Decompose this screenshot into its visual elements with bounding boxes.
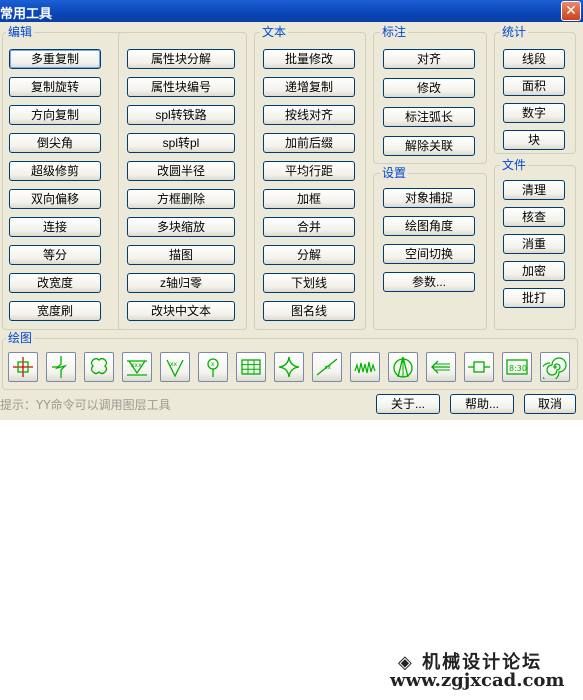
text-button-0[interactable]: 批量修改: [263, 49, 355, 69]
north-arrow-icon: [393, 356, 413, 378]
dialog-body: 编辑 多重复制复制旋转方向复制倒尖角超级修剪双向偏移连接等分改宽度宽度刷 属性块…: [0, 22, 583, 420]
arrow-left-icon: [431, 360, 450, 374]
ground-symbol-icon: xxx: [127, 360, 147, 376]
svg-text:xx: xx: [170, 361, 178, 368]
dim-group-label: 标注: [380, 25, 409, 39]
edit-button-5[interactable]: 双向偏移: [9, 189, 101, 209]
settings-button-3[interactable]: 参数...: [383, 272, 475, 292]
stats-group-label: 统计: [500, 25, 529, 39]
draw-tool-button-8[interactable]: xx: [312, 352, 342, 382]
draw-group-label: 绘图: [6, 331, 35, 345]
hint-text: 提示：YY命令可以调用图层工具: [0, 398, 171, 412]
settings-button-2[interactable]: 空间切换: [383, 244, 475, 264]
stats-button-3[interactable]: 块: [503, 130, 565, 150]
file-button-4[interactable]: 批打: [503, 288, 565, 308]
edit-button-6[interactable]: 连接: [9, 217, 101, 237]
edit-button-3[interactable]: spl转pl: [127, 133, 235, 153]
file-button-0[interactable]: 清理: [503, 180, 565, 200]
spiral-icon: [543, 357, 567, 379]
edit-button-4[interactable]: 超级修剪: [9, 161, 101, 181]
stats-button-1[interactable]: 面积: [503, 76, 565, 96]
edit-button-7[interactable]: 描图: [127, 245, 235, 265]
edit-button-7[interactable]: 等分: [9, 245, 101, 265]
close-button[interactable]: ✕: [561, 1, 581, 21]
text-button-6[interactable]: 合并: [263, 217, 355, 237]
digital-display-icon: 8:30: [506, 359, 528, 375]
about-button[interactable]: 关于...: [376, 394, 440, 414]
svg-text:xx: xx: [324, 364, 332, 371]
edit-button-0[interactable]: 多重复制: [9, 49, 101, 69]
draw-tool-button-5[interactable]: x: [198, 352, 228, 382]
edit-button-1[interactable]: 属性块编号: [127, 77, 235, 97]
settings-group-label: 设置: [380, 166, 409, 180]
svg-text:8:30: 8:30: [509, 364, 527, 373]
dimension-box-icon: [468, 361, 490, 373]
edit-button-3[interactable]: 倒尖角: [9, 133, 101, 153]
window-title: 常用工具: [0, 7, 53, 22]
dim-button-2[interactable]: 标注弧长: [383, 107, 475, 127]
text-button-9[interactable]: 图名线: [263, 301, 355, 321]
draw-tool-button-12[interactable]: [464, 352, 494, 382]
edit-button-8[interactable]: 改宽度: [9, 273, 101, 293]
file-group-label: 文件: [500, 158, 529, 172]
edit-button-6[interactable]: 多块缩放: [127, 217, 235, 237]
edit-button-0[interactable]: 属性块分解: [127, 49, 235, 69]
revision-cloud-icon: [90, 357, 108, 375]
svg-text:x: x: [211, 361, 215, 368]
file-button-3[interactable]: 加密: [503, 261, 565, 281]
edit-button-8[interactable]: z轴归零: [127, 273, 235, 293]
draw-tool-button-11[interactable]: [426, 352, 456, 382]
edit-button-9[interactable]: 宽度刷: [9, 301, 101, 321]
break-line-icon: [52, 356, 68, 378]
svg-text:xxx: xxx: [131, 362, 142, 369]
settings-button-1[interactable]: 绘图角度: [383, 216, 475, 236]
draw-tool-button-9[interactable]: [350, 352, 380, 382]
edit-group-label: 编辑: [6, 25, 35, 39]
slope-line-icon: xx: [316, 358, 338, 376]
draw-tool-button-0[interactable]: [8, 352, 38, 382]
stats-button-0[interactable]: 线段: [503, 49, 565, 69]
file-button-2[interactable]: 消重: [503, 234, 565, 254]
stats-button-2[interactable]: 数字: [503, 103, 565, 123]
crosshair-center-icon: [13, 357, 33, 377]
edit-button-5[interactable]: 方框删除: [127, 189, 235, 209]
draw-tool-button-4[interactable]: xx: [160, 352, 190, 382]
edit-button-9[interactable]: 改块中文本: [127, 301, 235, 321]
text-button-8[interactable]: 下划线: [263, 273, 355, 293]
text-button-1[interactable]: 递增复制: [263, 77, 355, 97]
text-button-3[interactable]: 加前后缀: [263, 133, 355, 153]
draw-tool-button-2[interactable]: [84, 352, 114, 382]
text-group-label: 文本: [260, 25, 289, 39]
settings-button-0[interactable]: 对象捕捉: [383, 188, 475, 208]
watermark-url: www.zgjxcad.com: [390, 670, 565, 691]
zigzag-line-icon: [354, 361, 376, 374]
draw-tool-button-13[interactable]: 8:30: [502, 352, 532, 382]
draw-tool-button-10[interactable]: [388, 352, 418, 382]
dim-button-0[interactable]: 对齐: [383, 49, 475, 69]
text-button-4[interactable]: 平均行距: [263, 161, 355, 181]
soil-hatch-icon: xx: [166, 359, 184, 378]
draw-tool-button-14[interactable]: [540, 352, 570, 382]
edit-button-1[interactable]: 复制旋转: [9, 77, 101, 97]
star-shape-icon: [278, 356, 300, 378]
dim-button-3[interactable]: 解除关联: [383, 136, 475, 156]
help-button[interactable]: 帮助...: [450, 394, 514, 414]
cancel-button[interactable]: 取消: [524, 394, 576, 414]
edit-button-2[interactable]: spl转铁路: [127, 105, 235, 125]
draw-tool-button-6[interactable]: [236, 352, 266, 382]
draw-tool-button-1[interactable]: [46, 352, 76, 382]
title-bar[interactable]: 常用工具 ✕: [0, 0, 583, 22]
pile-symbol-icon: x: [207, 358, 219, 377]
grid-table-icon: [241, 359, 261, 375]
file-button-1[interactable]: 核查: [503, 207, 565, 227]
draw-tool-button-7[interactable]: [274, 352, 304, 382]
text-button-5[interactable]: 加框: [263, 189, 355, 209]
edit-button-4[interactable]: 改圆半径: [127, 161, 235, 181]
draw-tool-button-3[interactable]: xxx: [122, 352, 152, 382]
text-button-7[interactable]: 分解: [263, 245, 355, 265]
edit-button-2[interactable]: 方向复制: [9, 105, 101, 125]
text-button-2[interactable]: 按线对齐: [263, 105, 355, 125]
dim-button-1[interactable]: 修改: [383, 78, 475, 98]
